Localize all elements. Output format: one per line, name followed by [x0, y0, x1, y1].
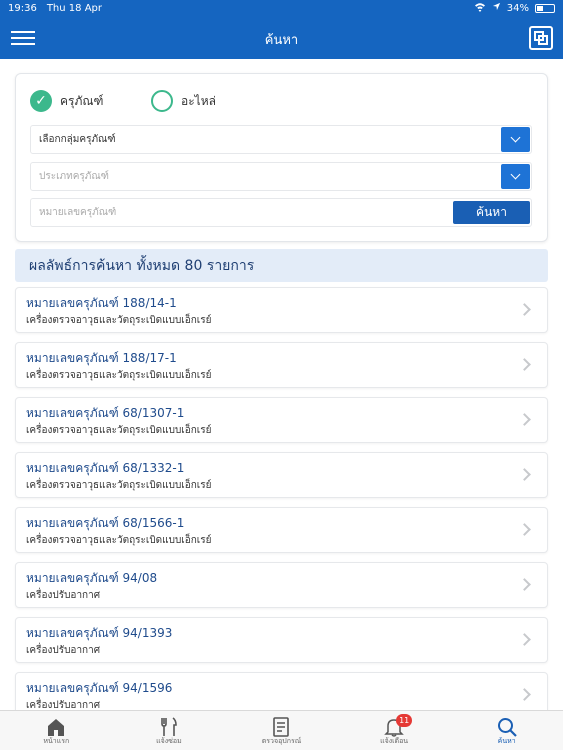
- chevron-right-icon: [518, 578, 531, 591]
- battery-icon: [535, 3, 555, 13]
- wifi-icon: [474, 2, 486, 15]
- tab-bar: หน้าแรก แจ้งซ่อม ตรวจอุปกรณ์ 11 แจ้งเตือ…: [0, 710, 563, 750]
- type-dropdown-button[interactable]: [501, 164, 530, 189]
- notification-badge: 11: [396, 714, 413, 727]
- chevron-down-icon: [510, 132, 521, 143]
- result-desc: เครื่องตรวจอาวุธและวัตถุระเบิดแบบเอ็กเรย…: [26, 370, 212, 381]
- result-item[interactable]: หมายเลขครุภัณฑ์ 188/17-1 เครื่องตรวจอาวุ…: [15, 342, 548, 388]
- status-right: 34%: [474, 2, 555, 15]
- result-item[interactable]: หมายเลขครุภัณฑ์ 188/14-1 เครื่องตรวจอาวุ…: [15, 287, 548, 333]
- tab-search[interactable]: ค้นหา: [450, 711, 563, 750]
- document-icon: [270, 716, 292, 738]
- number-field[interactable]: ค้นหา: [30, 198, 532, 227]
- result-desc: เครื่องตรวจอาวุธและวัตถุระเบิดแบบเอ็กเรย…: [26, 425, 212, 436]
- home-icon: [45, 716, 67, 738]
- result-desc: เครื่องปรับอากาศ: [26, 645, 101, 656]
- tab-home[interactable]: หน้าแรก: [0, 711, 113, 750]
- chevron-down-icon: [510, 169, 521, 180]
- search-card: ✓ ครุภัณฑ์ อะไหล่ เลือกกลุ่มครุภัณฑ์ ประ…: [15, 73, 548, 242]
- status-bar: 19:36 Thu 18 Apr 34%: [0, 0, 563, 16]
- result-desc: เครื่องปรับอากาศ: [26, 590, 101, 601]
- qr-scan-icon[interactable]: [529, 26, 553, 50]
- result-item[interactable]: หมายเลขครุภัณฑ์ 94/1393 เครื่องปรับอากาศ: [15, 617, 548, 663]
- result-desc: เครื่องตรวจอาวุธและวัตถุระเบิดแบบเอ็กเรย…: [26, 315, 212, 326]
- search-icon: [496, 716, 518, 738]
- status-date: Thu 18 Apr: [46, 2, 102, 14]
- location-icon: [492, 2, 501, 14]
- chevron-right-icon: [518, 413, 531, 426]
- result-desc: เครื่องตรวจอาวุธและวัตถุระเบิดแบบเอ็กเรย…: [26, 535, 212, 546]
- result-code: หมายเลขครุภัณฑ์ 94/1596: [26, 681, 173, 695]
- result-code: หมายเลขครุภัณฑ์ 68/1307-1: [26, 406, 185, 420]
- tab-repair[interactable]: แจ้งซ่อม: [113, 711, 226, 750]
- chevron-right-icon: [518, 633, 531, 646]
- chevron-right-icon: [518, 688, 531, 701]
- tab-inspect[interactable]: ตรวจอุปกรณ์: [225, 711, 338, 750]
- chevron-right-icon: [518, 468, 531, 481]
- result-item[interactable]: หมายเลขครุภัณฑ์ 68/1566-1 เครื่องตรวจอาว…: [15, 507, 548, 553]
- tab-notify[interactable]: 11 แจ้งเตือน: [338, 711, 451, 750]
- radio-circle-icon: [151, 90, 173, 112]
- result-code: หมายเลขครุภัณฑ์ 94/08: [26, 571, 158, 585]
- group-dropdown-button[interactable]: [501, 127, 530, 152]
- group-select-value: เลือกกลุ่มครุภัณฑ์: [39, 134, 116, 145]
- results-header: ผลลัพธ์การค้นหา ทั้งหมด 80 รายการ: [15, 249, 548, 282]
- result-item[interactable]: หมายเลขครุภัณฑ์ 68/1307-1 เครื่องตรวจอาว…: [15, 397, 548, 443]
- chevron-right-icon: [518, 303, 531, 316]
- result-code: หมายเลขครุภัณฑ์ 188/14-1: [26, 296, 177, 310]
- chevron-right-icon: [518, 358, 531, 371]
- number-input[interactable]: [39, 207, 439, 218]
- result-code: หมายเลขครุภัณฑ์ 94/1393: [26, 626, 173, 640]
- group-select[interactable]: เลือกกลุ่มครุภัณฑ์: [30, 125, 532, 154]
- page-title: ค้นหา: [264, 33, 299, 48]
- result-code: หมายเลขครุภัณฑ์ 68/1566-1: [26, 516, 185, 530]
- nav-bar: ค้นหา: [0, 16, 563, 59]
- radio-parts-label: อะไหล่: [181, 93, 216, 108]
- status-time: 19:36: [8, 2, 37, 14]
- result-code: หมายเลขครุภัณฑ์ 188/17-1: [26, 351, 177, 365]
- radio-equipment-label: ครุภัณฑ์: [60, 93, 104, 108]
- type-select-placeholder: ประเภทครุภัณฑ์: [39, 171, 109, 182]
- utensils-icon: [158, 716, 180, 738]
- battery-percent: 34%: [506, 2, 529, 14]
- type-select[interactable]: ประเภทครุภัณฑ์: [30, 162, 532, 191]
- radio-parts[interactable]: อะไหล่: [151, 90, 216, 112]
- result-code: หมายเลขครุภัณฑ์ 68/1332-1: [26, 461, 185, 475]
- chevron-right-icon: [518, 523, 531, 536]
- check-icon: ✓: [30, 90, 52, 112]
- result-desc: เครื่องตรวจอาวุธและวัตถุระเบิดแบบเอ็กเรย…: [26, 480, 212, 491]
- search-button[interactable]: ค้นหา: [453, 201, 530, 224]
- result-item[interactable]: หมายเลขครุภัณฑ์ 68/1332-1 เครื่องตรวจอาว…: [15, 452, 548, 498]
- radio-equipment[interactable]: ✓ ครุภัณฑ์: [30, 90, 103, 112]
- result-item[interactable]: หมายเลขครุภัณฑ์ 94/08 เครื่องปรับอากาศ: [15, 562, 548, 608]
